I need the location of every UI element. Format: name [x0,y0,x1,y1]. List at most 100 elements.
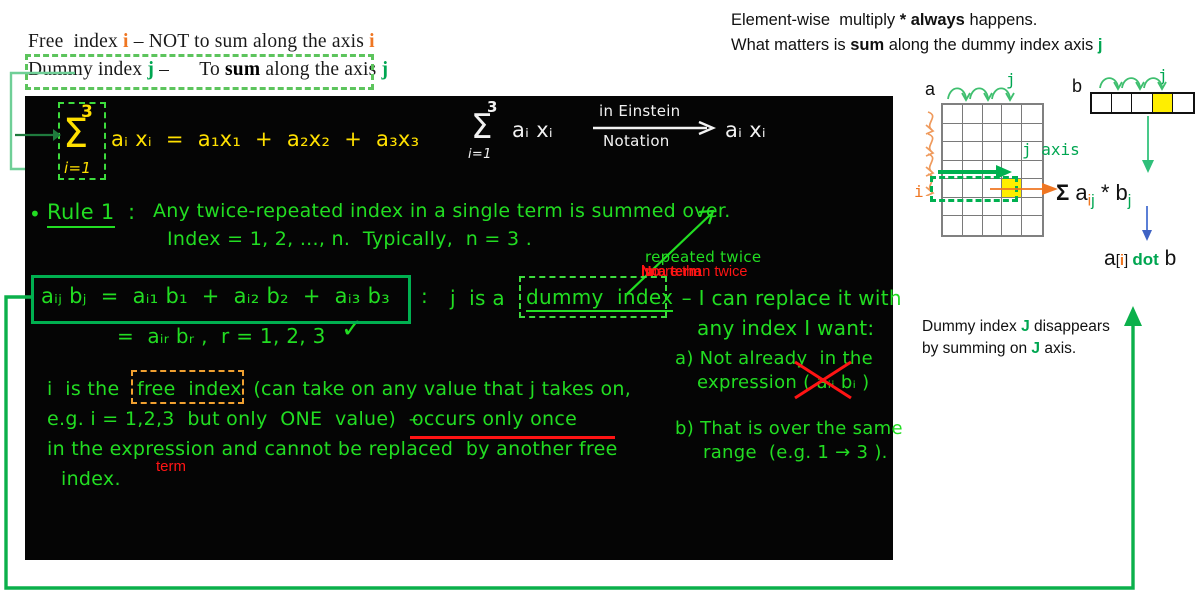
einstein-upper-limit: 3 [487,98,498,116]
summing-pre: by summing on [922,340,1032,357]
einstein-arrow-icon [593,120,717,136]
legend-line-free: Free index i – NOT to sum along the axis… [28,28,588,56]
matrix-cell [982,105,1003,124]
matrix-cell [1002,142,1023,161]
rule1-text-line2: Index = 1, 2, ..., n. Typically, n = 3 . [167,228,533,250]
vector-cell [1173,94,1193,112]
sum-expanded-body: aᵢ xᵢ = a₁x₁ + a₂x₂ + a₃x₃ [111,127,420,151]
matrix-cell [962,123,983,143]
free-clause-post: (can take on any value that j takes on, [247,378,632,400]
rule1-colon: : [128,200,136,224]
indexed-equation-colon: : [421,284,429,308]
vector-cell [1152,94,1173,112]
j-axis-label: j axis [1022,140,1080,159]
cross-out-icon [794,360,852,400]
free-clause-line2a: e.g. i = 1,2,3 but only ONE value) – [47,408,425,430]
blackboard-panel: Σ 3 i=1 aᵢ xᵢ = a₁x₁ + a₂x₂ + a₃x₃ Σ 3 i… [15,96,903,560]
disappears-line1: Dummy index J disappears [922,316,1162,338]
legend-free-pre: Free index [28,31,123,52]
sum-lower-limit: i=1 [64,159,92,177]
elementwise-note: Element-wise multiply * always happens. … [731,8,1201,58]
dummy-index-term: dummy index [526,285,674,312]
einstein-body: aᵢ xᵢ [512,118,553,142]
dummy-index-highlight-box [25,54,374,90]
matrix-cell [1022,198,1042,217]
sum-sigma: Σ [1056,180,1070,205]
sum-a: a [1075,180,1088,205]
sum-note-j: j [1097,36,1103,54]
disappears-post: disappears [1029,318,1110,335]
matrix-j-direction-arrows-icon [947,87,1015,102]
vector-cell [1112,94,1133,112]
einstein-lower-limit: i=1 [468,147,492,162]
vector-cell [1092,94,1113,112]
legend-dummy-j2: j [381,59,389,80]
elementwise-post: happens. [964,11,1038,29]
matrix-cell [943,123,963,143]
free-clause-line4: index. [61,468,121,490]
sum-expression: Σ aij * bj [1056,180,1131,210]
matrix-cell [962,105,983,124]
matrix-cell [1002,123,1023,143]
legend-free-mid: – NOT to sum along the axis [128,31,370,52]
term-note: term [156,458,186,475]
dummy-clause-post2: any index I want: [697,316,875,340]
vector-j-direction-arrows-icon [1099,77,1167,91]
sum-star: * [1094,180,1116,205]
matrix-cell [1022,105,1042,124]
dot-a: a [1104,247,1116,270]
free-clause-pre: i is the [47,378,126,400]
dummy-clause-pre: j is a [450,286,512,310]
clause-b-line2: range (e.g. 1 → 3 ). [703,442,888,463]
matrix-cell [943,142,963,161]
vector-b-cells [1090,92,1195,114]
elementwise-always: * always [899,11,965,29]
disappears-line2: by summing on J axis. [922,338,1162,360]
vector-down-arrow-icon [1142,116,1154,173]
sum-upper-limit: 3 [81,102,94,122]
elementwise-pre: Element-wise multiply [731,11,900,29]
sum-b-sub-j: j [1127,192,1132,210]
sigma-arrow-icon [15,129,61,141]
matrix-cell [943,216,963,235]
matrix-cell [982,123,1003,143]
elementwise-line1: Element-wise multiply * always happens. [731,8,1201,33]
rule1-label: Rule 1 [47,200,115,228]
disappears-pre: Dummy index [922,318,1022,335]
matrix-cell [983,216,1003,235]
free-index-term: free index [137,378,242,400]
matrix-cell [963,216,983,235]
matrix-cell [943,105,963,124]
indexed-equation-line2: = aᵢᵣ bᵣ , r = 1, 2, 3 [117,324,326,348]
cell-to-sum-arrow-icon [990,183,1058,195]
einstein-result: aᵢ xᵢ [725,118,766,142]
free-clause-line3: in the expression and cannot be replaced… [47,438,618,460]
matrix-label-a: a [925,79,936,99]
dummy-disappears-note: Dummy index J disappears by summing on J… [922,316,1162,360]
legend-free-i2: i [369,31,375,52]
matrix-cell [1002,216,1023,235]
dot-word: dot [1132,250,1159,269]
sum-to-dot-arrow-icon [1142,206,1152,241]
matrix-cell [982,142,1003,161]
rule1-bullet: • [29,202,42,226]
summing-post: axis. [1040,340,1077,357]
sum-b: b [1115,180,1128,205]
matrix-cell [1022,161,1042,180]
dummy-clause-post: – I can replace it with [675,286,902,310]
matrix-cell [962,142,983,161]
free-clause-line2b: occurs only once [412,408,578,430]
elementwise-line2: What matters is sum along the dummy inde… [731,33,1201,58]
vector-cell [1132,94,1153,112]
matrix-cell [1022,216,1042,235]
sum-note-sum: sum [850,36,885,54]
disappears-j2: J [1031,340,1041,357]
indexed-equation-box [31,275,411,324]
sum-note-pre: What matters is [731,36,851,54]
dot-product-expression: a[i] dot b [1104,247,1176,271]
disappears-j1: J [1021,318,1030,335]
vector-label-b: b [1072,76,1083,96]
sum-note-post: along the dummy index axis [884,36,1098,54]
matrix-cell [1002,105,1023,124]
dot-b: b [1158,247,1177,270]
